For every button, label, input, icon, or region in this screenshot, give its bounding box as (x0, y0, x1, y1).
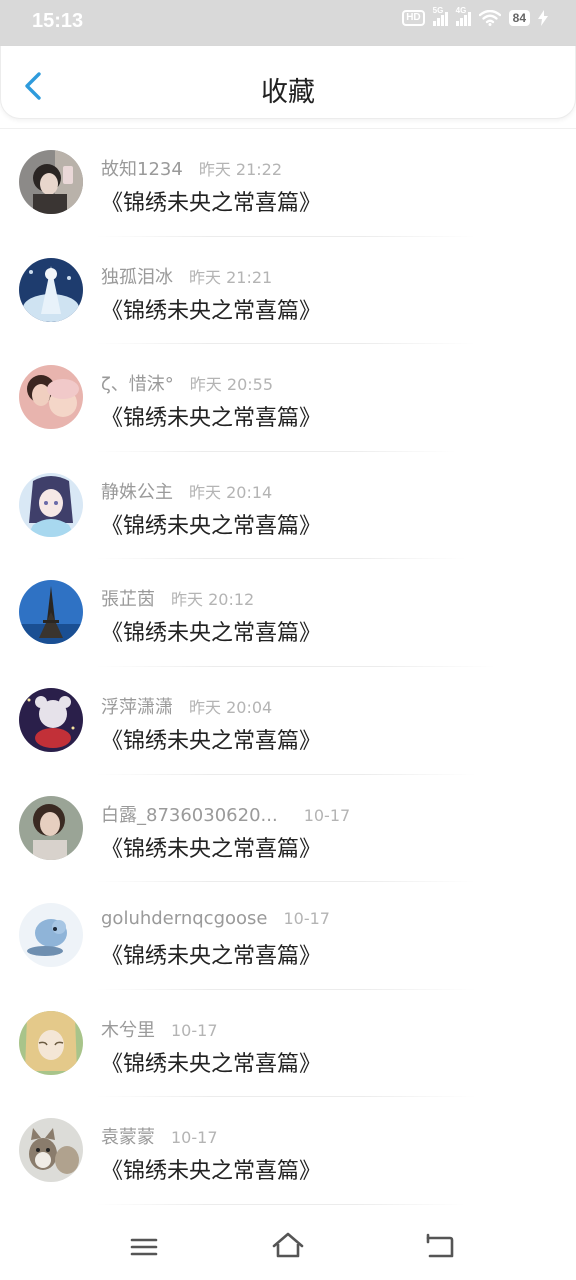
hd-icon: HD (402, 10, 425, 26)
battery-icon: 84 (508, 10, 530, 26)
favorites-list: 故知1234 昨天 21:22 《锦绣未央之常喜篇》 独孤泪冰 昨天 21:21 《… (0, 128, 576, 1205)
signal-4g-icon: 4G (455, 6, 471, 26)
timestamp: 10-17 (171, 1128, 218, 1148)
timestamp: 昨天 20:04 (189, 697, 273, 717)
list-item[interactable]: 浮萍潇潇 昨天 20:04 《锦绣未央之常喜篇》 (0, 667, 576, 775)
book-title[interactable]: 《锦绣未央之常喜篇》 (101, 400, 321, 432)
menu-icon[interactable] (124, 1230, 164, 1264)
user-name[interactable]: 張芷茵 (101, 589, 155, 610)
signal-5g-icon: 5G (432, 6, 448, 26)
avatar[interactable] (19, 580, 83, 645)
book-title[interactable]: 《锦绣未央之常喜篇》 (101, 938, 321, 970)
book-title[interactable]: 《锦绣未央之常喜篇》 (101, 293, 321, 325)
book-title[interactable]: 《锦绣未央之常喜篇》 (101, 1046, 321, 1078)
user-name[interactable]: goluhdernqcgoose (101, 908, 267, 929)
user-meta: 木兮里 10-17 (101, 1016, 218, 1042)
book-title[interactable]: 《锦绣未央之常喜篇》 (101, 615, 321, 647)
timestamp: 10-17 (283, 909, 330, 929)
user-name[interactable]: 静姝公主 (101, 482, 173, 503)
user-meta: 独孤泪冰 昨天 21:21 (101, 263, 272, 289)
status-time: 15:13 (32, 10, 84, 32)
back-icon[interactable] (420, 1230, 460, 1264)
status-icons: HD 5G 4G 84 (402, 6, 548, 26)
timestamp: 昨天 20:12 (171, 590, 255, 610)
book-title[interactable]: 《锦绣未央之常喜篇》 (101, 1153, 321, 1185)
status-bar: 15:13 HD 5G 4G 84 (0, 0, 576, 46)
book-title[interactable]: 《锦绣未央之常喜篇》 (101, 831, 321, 863)
list-item[interactable]: 白露_8736030620... 10-17 《锦绣未央之常喜篇》 (0, 775, 576, 883)
avatar[interactable] (19, 1118, 83, 1183)
user-meta: goluhdernqcgoose 10-17 (101, 908, 330, 929)
user-name[interactable]: ζ、惜沫° (101, 374, 174, 395)
list-item[interactable]: 袁蒙蒙 10-17 《锦绣未央之常喜篇》 (0, 1097, 576, 1205)
home-icon[interactable] (268, 1230, 308, 1264)
list-item[interactable]: 静姝公主 昨天 20:14 《锦绣未央之常喜篇》 (0, 452, 576, 560)
user-name[interactable]: 独孤泪冰 (101, 267, 173, 288)
avatar[interactable] (19, 687, 83, 752)
user-name[interactable]: 袁蒙蒙 (101, 1127, 155, 1148)
wifi-icon (478, 10, 501, 26)
avatar[interactable] (19, 150, 83, 214)
avatar[interactable] (19, 903, 83, 968)
user-name[interactable]: 故知1234 (101, 159, 183, 180)
avatar[interactable] (19, 472, 83, 537)
user-meta: 静姝公主 昨天 20:14 (101, 478, 272, 504)
avatar[interactable] (19, 365, 83, 430)
timestamp: 昨天 21:21 (189, 267, 273, 287)
system-nav-bar (0, 1210, 576, 1280)
user-meta: 白露_8736030620... 10-17 (101, 801, 350, 827)
charging-icon (538, 10, 548, 26)
user-name[interactable]: 白露_8736030620... (101, 805, 278, 826)
divider (96, 1203, 466, 1205)
list-item[interactable]: 木兮里 10-17 《锦绣未央之常喜篇》 (0, 990, 576, 1098)
timestamp: 昨天 20:55 (189, 375, 273, 395)
list-item[interactable]: goluhdernqcgoose 10-17 《锦绣未央之常喜篇》 (0, 882, 576, 990)
list-item[interactable]: 独孤泪冰 昨天 21:21 《锦绣未央之常喜篇》 (0, 237, 576, 345)
header: 收藏 (0, 46, 576, 119)
timestamp: 昨天 21:22 (198, 160, 283, 179)
user-meta: 袁蒙蒙 10-17 (101, 1123, 218, 1149)
book-title[interactable]: 《锦绣未央之常喜篇》 (101, 185, 321, 217)
timestamp: 10-17 (303, 805, 351, 825)
page-title: 收藏 (261, 77, 315, 108)
user-meta: 張芷茵 昨天 20:12 (101, 585, 254, 611)
list-item[interactable]: 張芷茵 昨天 20:12 《锦绣未央之常喜篇》 (0, 559, 576, 667)
book-title[interactable]: 《锦绣未央之常喜篇》 (101, 723, 321, 755)
user-name[interactable]: 木兮里 (101, 1020, 155, 1041)
timestamp: 昨天 20:14 (189, 482, 273, 502)
book-title[interactable]: 《锦绣未央之常喜篇》 (101, 508, 321, 540)
user-name[interactable]: 浮萍潇潇 (101, 697, 173, 718)
user-meta: 故知1234 昨天 21:22 (101, 155, 282, 181)
avatar[interactable] (19, 795, 83, 860)
list-item[interactable]: 故知1234 昨天 21:22 《锦绣未央之常喜篇》 (0, 129, 576, 237)
user-meta: ζ、惜沫° 昨天 20:55 (101, 370, 273, 396)
list-item[interactable]: ζ、惜沫° 昨天 20:55 《锦绣未央之常喜篇》 (0, 344, 576, 452)
timestamp: 10-17 (171, 1020, 218, 1040)
user-meta: 浮萍潇潇 昨天 20:04 (101, 693, 272, 719)
avatar[interactable] (19, 1010, 83, 1075)
avatar[interactable] (19, 257, 83, 322)
